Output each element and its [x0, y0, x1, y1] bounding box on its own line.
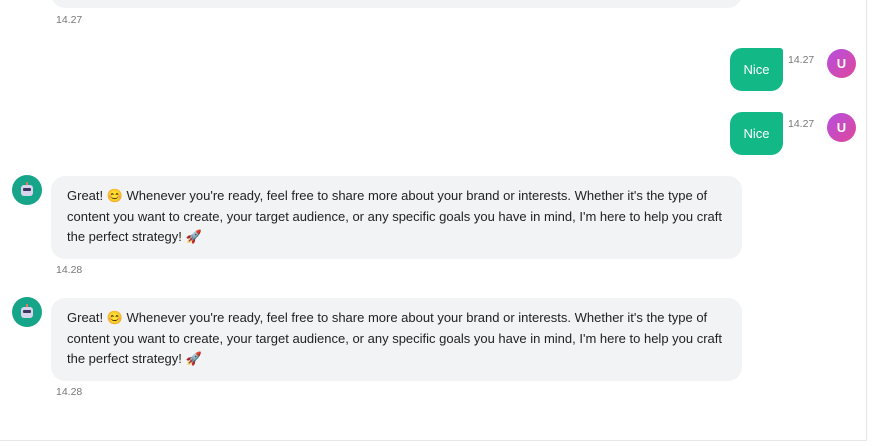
bot-message-bubble: Great! 😊 Whenever you're ready, feel fre… [51, 176, 742, 259]
message-timestamp: 14.27 [788, 54, 815, 66]
bot-message-bubble: Great! 😊 Whenever you're ready, feel fre… [51, 298, 742, 381]
user-message-bubble: Nice [730, 48, 783, 91]
bot-message-bubble [51, 0, 742, 8]
user-message-bubble: Nice [730, 112, 783, 155]
divider [0, 440, 867, 441]
user-avatar: U [827, 49, 856, 78]
message-timestamp: 14.27 [56, 14, 83, 26]
message-timestamp: 14.28 [56, 264, 83, 276]
robot-icon [21, 303, 33, 318]
user-avatar: U [827, 113, 856, 142]
message-timestamp: 14.28 [56, 386, 83, 398]
bot-avatar [12, 297, 42, 327]
robot-icon [21, 181, 33, 196]
bot-avatar [12, 175, 42, 205]
scrollbar-track[interactable] [866, 0, 867, 440]
message-timestamp: 14.27 [788, 118, 815, 130]
